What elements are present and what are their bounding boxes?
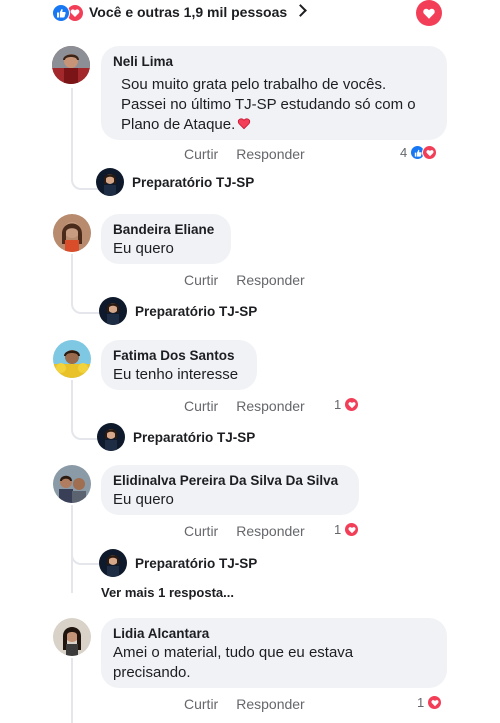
comment-actions: Curtir Responder bbox=[184, 272, 323, 288]
reply-button[interactable]: Responder bbox=[236, 523, 305, 539]
page-avatar bbox=[99, 297, 127, 325]
avatar[interactable] bbox=[53, 340, 91, 378]
reply-button[interactable]: Responder bbox=[236, 146, 305, 162]
comment-text: Passei no último TJ-SP estudando só com … bbox=[121, 96, 416, 113]
comment-text: Eu tenho interesse bbox=[113, 366, 239, 383]
thread-line bbox=[71, 380, 99, 440]
chevron-right-icon[interactable] bbox=[294, 4, 307, 17]
reaction-count-value: 4 bbox=[400, 145, 408, 160]
page-reply[interactable]: Preparatório TJ-SP bbox=[97, 423, 255, 451]
reply-button[interactable]: Responder bbox=[236, 272, 305, 288]
like-button[interactable]: Curtir bbox=[184, 696, 218, 712]
heart-icon bbox=[344, 397, 360, 412]
comment-bubble: Bandeira Eliane Eu quero bbox=[101, 214, 231, 264]
heart-icon bbox=[427, 695, 443, 710]
comment-bubble: Elidinalva Pereira Da Silva Da Silva Eu … bbox=[101, 465, 359, 515]
heart-icon bbox=[344, 522, 360, 537]
comment-actions: Curtir Responder bbox=[184, 398, 323, 414]
comment-text: Plano de Ataque. bbox=[121, 115, 435, 135]
comment-text: Eu quero bbox=[113, 491, 174, 508]
page-reply[interactable]: Preparatório TJ-SP bbox=[99, 549, 257, 577]
thread-line bbox=[71, 88, 99, 190]
avatar[interactable] bbox=[52, 46, 90, 84]
page-avatar bbox=[99, 549, 127, 577]
like-button[interactable]: Curtir bbox=[184, 146, 218, 162]
avatar[interactable] bbox=[53, 214, 91, 252]
heart-icon bbox=[423, 8, 435, 19]
thread-line bbox=[71, 658, 73, 723]
view-more-replies-link[interactable]: Ver mais 1 resposta... bbox=[101, 585, 234, 600]
comment-actions: Curtir Responder bbox=[184, 523, 323, 539]
like-icon bbox=[52, 4, 70, 22]
page-avatar bbox=[97, 423, 125, 451]
heart-emoji-icon bbox=[238, 118, 251, 130]
page-reply[interactable]: Preparatório TJ-SP bbox=[96, 168, 254, 196]
reply-button[interactable]: Responder bbox=[236, 696, 305, 712]
comment-author[interactable]: Neli Lima bbox=[113, 53, 435, 71]
comment-bubble: Lidia Alcantara Amei o material, tudo qu… bbox=[101, 618, 447, 688]
page-reply-author[interactable]: Preparatório TJ-SP bbox=[135, 556, 257, 571]
reaction-icons bbox=[52, 4, 86, 22]
comment-text: Amei o material, tudo que eu estava bbox=[113, 644, 354, 661]
comment-text: Sou muito grata pelo trabalho de vocês. bbox=[121, 76, 387, 93]
reactions-summary[interactable]: Você e outras 1,9 mil pessoas bbox=[0, 0, 500, 28]
reply-button[interactable]: Responder bbox=[236, 398, 305, 414]
like-button[interactable]: Curtir bbox=[184, 272, 218, 288]
comment-bubble: Fatima Dos Santos Eu tenho interesse bbox=[101, 340, 257, 390]
page-reply-author[interactable]: Preparatório TJ-SP bbox=[135, 304, 257, 319]
avatar[interactable] bbox=[53, 618, 91, 656]
reaction-count[interactable]: 1 bbox=[334, 522, 360, 537]
reaction-count[interactable]: 4 bbox=[400, 145, 438, 160]
reaction-count-value: 1 bbox=[417, 695, 425, 710]
comment-author[interactable]: Bandeira Eliane bbox=[113, 221, 219, 239]
page-reply-author[interactable]: Preparatório TJ-SP bbox=[132, 175, 254, 190]
thread-line bbox=[71, 254, 101, 314]
comment-text: Eu quero bbox=[113, 240, 174, 257]
thread-line bbox=[71, 505, 99, 565]
comment-actions: Curtir Responder bbox=[184, 696, 323, 712]
reaction-count[interactable]: 1 bbox=[417, 695, 443, 710]
heart-icon bbox=[422, 145, 438, 160]
reactions-summary-text[interactable]: Você e outras 1,9 mil pessoas bbox=[89, 4, 287, 20]
avatar[interactable] bbox=[53, 465, 91, 503]
page-reply[interactable]: Preparatório TJ-SP bbox=[99, 297, 257, 325]
comment-author[interactable]: Lidia Alcantara bbox=[113, 625, 435, 643]
page-reply-author[interactable]: Preparatório TJ-SP bbox=[133, 430, 255, 445]
page-avatar bbox=[96, 168, 124, 196]
comment-text: precisando. bbox=[113, 664, 191, 681]
comment-author[interactable]: Elidinalva Pereira Da Silva Da Silva bbox=[113, 472, 347, 490]
love-reaction-button[interactable] bbox=[416, 0, 442, 26]
comment-actions: Curtir Responder bbox=[184, 146, 323, 162]
like-button[interactable]: Curtir bbox=[184, 398, 218, 414]
comment-author[interactable]: Fatima Dos Santos bbox=[113, 347, 245, 365]
reaction-count-value: 1 bbox=[334, 522, 342, 537]
reaction-count[interactable]: 1 bbox=[334, 397, 360, 412]
reaction-count-value: 1 bbox=[334, 397, 342, 412]
comment-bubble: Neli Lima Sou muito grata pelo trabalho … bbox=[101, 46, 447, 140]
like-button[interactable]: Curtir bbox=[184, 523, 218, 539]
